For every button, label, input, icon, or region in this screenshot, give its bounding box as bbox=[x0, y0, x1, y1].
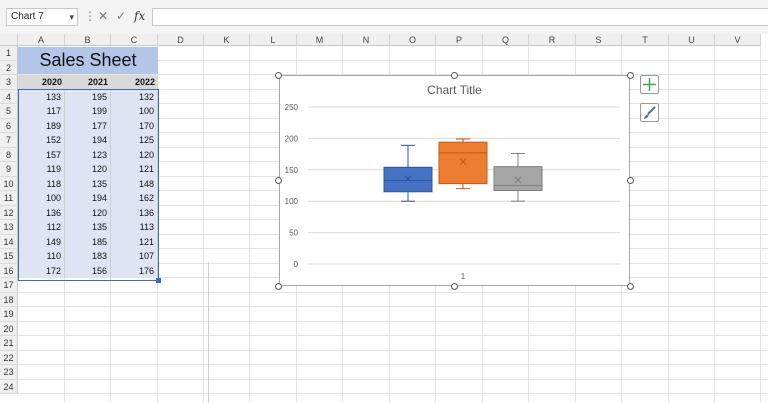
sheet-title[interactable]: Sales Sheet bbox=[18, 47, 158, 74]
row-header-1[interactable]: 1 bbox=[0, 46, 18, 61]
y-tick-label: 100 bbox=[285, 197, 299, 206]
y-tick-label: 0 bbox=[294, 260, 299, 269]
row-header-10[interactable]: 10 bbox=[0, 176, 18, 191]
row-header-6[interactable]: 6 bbox=[0, 118, 18, 133]
x-category-label: 1 bbox=[461, 272, 466, 281]
cancel-icon[interactable]: ✕ bbox=[98, 9, 108, 23]
chart-series bbox=[383, 138, 543, 202]
grid-row bbox=[18, 365, 768, 380]
grid-row bbox=[18, 293, 768, 307]
paintbrush-icon bbox=[644, 106, 656, 119]
range-selection bbox=[18, 89, 159, 281]
select-all-corner[interactable] bbox=[0, 34, 18, 46]
resize-handle-top[interactable] bbox=[451, 72, 458, 79]
row-header-20[interactable]: 20 bbox=[0, 321, 18, 336]
splitter-line bbox=[208, 262, 209, 403]
year-header[interactable]: 2022 bbox=[111, 75, 158, 90]
column-header-c[interactable]: C bbox=[111, 34, 158, 46]
formula-bar: Chart 7 ▾ ⋮ ✕ ✓ fx bbox=[0, 0, 768, 34]
resize-handle-left[interactable] bbox=[275, 177, 282, 184]
column-header-t[interactable]: T bbox=[622, 34, 669, 46]
row-header-17[interactable]: 17 bbox=[0, 278, 18, 293]
formula-input[interactable] bbox=[152, 8, 768, 26]
column-header-k[interactable]: K bbox=[204, 34, 250, 46]
column-header-m[interactable]: M bbox=[297, 34, 343, 46]
column-header-s[interactable]: S bbox=[576, 34, 622, 46]
box-series-3[interactable] bbox=[493, 152, 543, 202]
grid-row bbox=[18, 336, 768, 351]
resize-handle-bottom-left[interactable] bbox=[275, 283, 282, 290]
row-header-5[interactable]: 5 bbox=[0, 104, 18, 119]
row-header-23[interactable]: 23 bbox=[0, 365, 18, 380]
column-header-v[interactable]: V bbox=[715, 34, 761, 46]
resize-handle-top-right[interactable] bbox=[627, 72, 634, 79]
row-header-2[interactable]: 2 bbox=[0, 60, 18, 75]
insert-function-icon[interactable]: fx bbox=[134, 9, 145, 23]
more-options-icon[interactable]: ⋮ bbox=[84, 9, 96, 23]
chart-styles-button[interactable] bbox=[640, 103, 659, 122]
row-header-24[interactable]: 24 bbox=[0, 379, 18, 394]
row-header-13[interactable]: 13 bbox=[0, 220, 18, 235]
y-tick-label: 250 bbox=[285, 103, 299, 112]
name-box-value: Chart 7 bbox=[11, 11, 44, 22]
row-header-22[interactable]: 22 bbox=[0, 350, 18, 365]
grid-row bbox=[18, 322, 768, 336]
column-header-r[interactable]: R bbox=[529, 34, 576, 46]
row-header-4[interactable]: 4 bbox=[0, 89, 18, 104]
chart-plot: Chart Title 0 50 100 150 200 250 1 bbox=[285, 83, 620, 281]
y-tick-label: 50 bbox=[289, 229, 298, 238]
y-tick-label: 200 bbox=[285, 134, 299, 143]
y-tick-label: 150 bbox=[285, 166, 299, 175]
plus-icon bbox=[643, 78, 656, 91]
chart-elements-button[interactable] bbox=[640, 75, 659, 94]
row-header-3[interactable]: 3 bbox=[0, 75, 18, 90]
row-header-21[interactable]: 21 bbox=[0, 336, 18, 351]
chart-gridlines bbox=[308, 106, 620, 265]
box-iqr bbox=[493, 166, 543, 192]
resize-handle-bottom[interactable] bbox=[451, 283, 458, 290]
box-whisker-chart[interactable]: Chart Title 0 50 100 150 200 250 1 bbox=[279, 75, 630, 286]
resize-handle-bottom-right[interactable] bbox=[627, 283, 634, 290]
column-header-q[interactable]: Q bbox=[483, 34, 529, 46]
enter-icon[interactable]: ✓ bbox=[116, 9, 126, 23]
row-header-7[interactable]: 7 bbox=[0, 133, 18, 148]
grid-row bbox=[18, 380, 768, 394]
row-header-18[interactable]: 18 bbox=[0, 292, 18, 307]
column-header-d[interactable]: D bbox=[158, 34, 204, 46]
column-header-b[interactable]: B bbox=[65, 34, 111, 46]
chart-title[interactable]: Chart Title bbox=[427, 83, 482, 97]
row-header-8[interactable]: 8 bbox=[0, 147, 18, 162]
chevron-down-icon[interactable]: ▾ bbox=[69, 9, 74, 25]
row-header-12[interactable]: 12 bbox=[0, 205, 18, 220]
row-header-19[interactable]: 19 bbox=[0, 307, 18, 322]
box-iqr bbox=[438, 141, 488, 185]
column-header-u[interactable]: U bbox=[669, 34, 715, 46]
grid-row bbox=[18, 351, 768, 365]
row-header-16[interactable]: 16 bbox=[0, 263, 18, 278]
year-header[interactable]: 2020 bbox=[18, 75, 65, 90]
fill-handle[interactable] bbox=[156, 278, 161, 283]
column-header-a[interactable]: A bbox=[18, 34, 65, 46]
box-iqr bbox=[383, 166, 433, 193]
resize-handle-right[interactable] bbox=[627, 177, 634, 184]
name-box[interactable]: Chart 7 ▾ bbox=[6, 8, 78, 26]
year-header[interactable]: 2021 bbox=[65, 75, 111, 90]
box-series-1[interactable] bbox=[383, 144, 433, 202]
row-header-11[interactable]: 11 bbox=[0, 191, 18, 206]
box-series-2[interactable] bbox=[438, 138, 488, 190]
column-header-p[interactable]: P bbox=[436, 34, 483, 46]
column-header-o[interactable]: O bbox=[390, 34, 436, 46]
grid-row bbox=[18, 307, 768, 322]
row-header-9[interactable]: 9 bbox=[0, 162, 18, 177]
row-header-14[interactable]: 14 bbox=[0, 234, 18, 249]
row-header-15[interactable]: 15 bbox=[0, 249, 18, 264]
column-header-n[interactable]: N bbox=[343, 34, 390, 46]
y-axis: 0 50 100 150 200 250 bbox=[285, 103, 299, 269]
resize-handle-top-left[interactable] bbox=[275, 72, 282, 79]
column-header-l[interactable]: L bbox=[250, 34, 297, 46]
